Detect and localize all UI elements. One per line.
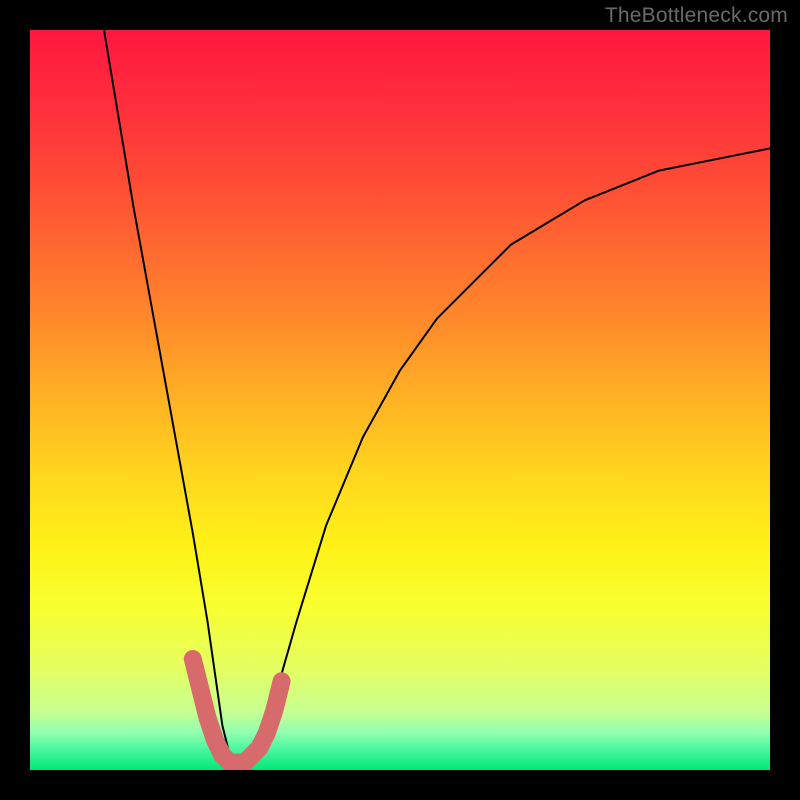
chart-svg [30, 30, 770, 770]
gradient-background [30, 30, 770, 770]
plot-area [30, 30, 770, 770]
watermark-text: TheBottleneck.com [605, 4, 788, 28]
outer-frame: TheBottleneck.com [0, 0, 800, 800]
